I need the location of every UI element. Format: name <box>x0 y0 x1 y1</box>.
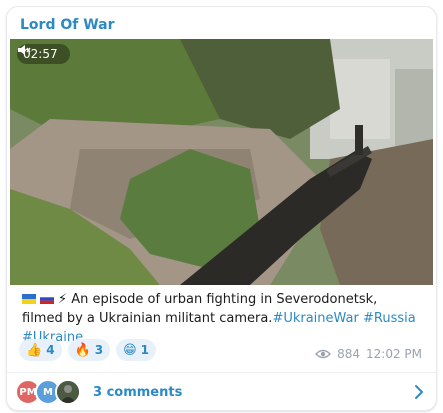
ukraine-flag-icon <box>22 294 36 304</box>
avatar-photo <box>55 379 81 405</box>
reaction-count: 3 <box>94 343 104 357</box>
reaction-count: 4 <box>46 343 55 357</box>
message-card: Lord Of War 02:57 ⚡ An episode of urban … <box>6 6 437 411</box>
hashtag-russia[interactable]: #Russia <box>363 311 416 326</box>
reaction-grin[interactable]: 😁 1 <box>116 339 157 361</box>
comments-divider <box>7 372 436 373</box>
reaction-fire[interactable]: 🔥 3 <box>67 339 111 361</box>
comments-link[interactable]: 3 comments <box>93 385 182 400</box>
hashtag-ukrainewar[interactable]: #UkraineWar <box>272 311 358 326</box>
reaction-count: 1 <box>140 343 150 357</box>
video-duration: 02:57 <box>17 44 70 64</box>
message-time: 12:02 PM <box>366 347 422 361</box>
video-player[interactable]: 02:57 <box>10 39 433 285</box>
fire-icon: 🔥 <box>74 342 91 358</box>
commenter-avatars: PM M <box>15 379 81 405</box>
thumbs-up-icon: 👍 <box>26 342 43 358</box>
video-frame <box>10 39 433 285</box>
lightning-icon: ⚡ <box>58 292 68 307</box>
channel-name[interactable]: Lord Of War <box>20 17 115 33</box>
view-count: 884 <box>337 347 360 361</box>
chevron-right-icon[interactable] <box>414 384 424 400</box>
grin-icon: 😁 <box>123 342 137 358</box>
eye-icon <box>315 349 332 359</box>
message-meta: 884 12:02 PM <box>315 347 422 361</box>
russia-flag-icon <box>40 294 54 304</box>
reaction-thumbs-up[interactable]: 👍 4 <box>19 339 62 361</box>
reactions-bar: 👍 4 🔥 3 😁 1 <box>19 339 157 361</box>
comments-row[interactable]: PM M 3 comments <box>15 374 436 410</box>
